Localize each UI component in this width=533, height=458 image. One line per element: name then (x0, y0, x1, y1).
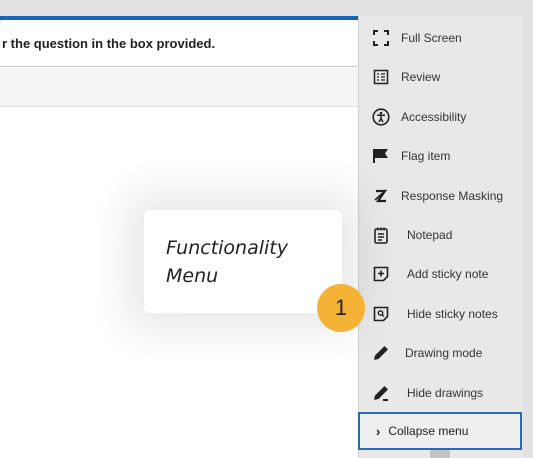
collapse-menu-button[interactable]: › Collapse menu (358, 412, 522, 450)
menu-item-flag-item[interactable]: Flag item (359, 136, 523, 176)
menu-item-label: Accessibility (401, 110, 467, 124)
scrollbar-stub (430, 450, 450, 458)
question-instruction-text: r the question in the box provided. (2, 36, 216, 51)
question-instruction-bar: r the question in the box provided. (0, 21, 360, 67)
callout-text: Functionality Menu (166, 234, 336, 290)
menu-item-notepad[interactable]: Notepad (359, 215, 523, 255)
progress-accent-bar (0, 16, 360, 20)
menu-item-accessibility[interactable]: Accessibility (359, 97, 523, 137)
menu-item-label: Notepad (407, 228, 453, 242)
toolbar-strip (0, 68, 360, 107)
hide-sticky-notes-icon (371, 304, 391, 324)
accessibility-icon (371, 107, 391, 127)
pencil-icon (371, 343, 391, 363)
menu-item-label: Flag item (401, 149, 451, 163)
menu-item-label: Full Screen (401, 31, 462, 45)
menu-item-hide-drawings[interactable]: Hide drawings (359, 373, 523, 413)
add-sticky-note-icon (371, 264, 391, 284)
menu-item-label: Hide sticky notes (407, 307, 498, 321)
menu-item-label: Drawing mode (405, 346, 483, 360)
response-masking-icon (371, 186, 391, 206)
step-number-badge: 1 (317, 284, 365, 332)
menu-item-label: Hide drawings (407, 386, 484, 400)
fullscreen-icon (371, 28, 391, 48)
menu-item-hide-sticky-notes[interactable]: Hide sticky notes (359, 294, 523, 334)
menu-item-response-masking[interactable]: Response Masking (359, 176, 523, 216)
menu-item-add-sticky-note[interactable]: Add sticky note (359, 254, 523, 294)
callout-tooltip: Functionality Menu (144, 210, 342, 313)
collapse-menu-label: Collapse menu (388, 424, 469, 438)
menu-item-label: Add sticky note (407, 267, 489, 281)
menu-item-label: Review (401, 70, 441, 84)
menu-item-review[interactable]: Review (359, 57, 523, 97)
flag-icon (371, 146, 391, 166)
review-icon (371, 67, 391, 87)
hide-drawings-icon (371, 383, 391, 403)
menu-item-drawing-mode[interactable]: Drawing mode (359, 333, 523, 373)
callout-line-2: Menu (166, 265, 219, 287)
functionality-menu: Full Screen Review Accessibility Flag it… (358, 16, 523, 458)
notepad-icon (371, 225, 391, 245)
menu-item-label: Response Masking (401, 189, 504, 203)
callout-line-1: Functionality (166, 237, 288, 259)
menu-item-full-screen[interactable]: Full Screen (359, 18, 523, 58)
chevron-right-icon: › (376, 423, 381, 439)
